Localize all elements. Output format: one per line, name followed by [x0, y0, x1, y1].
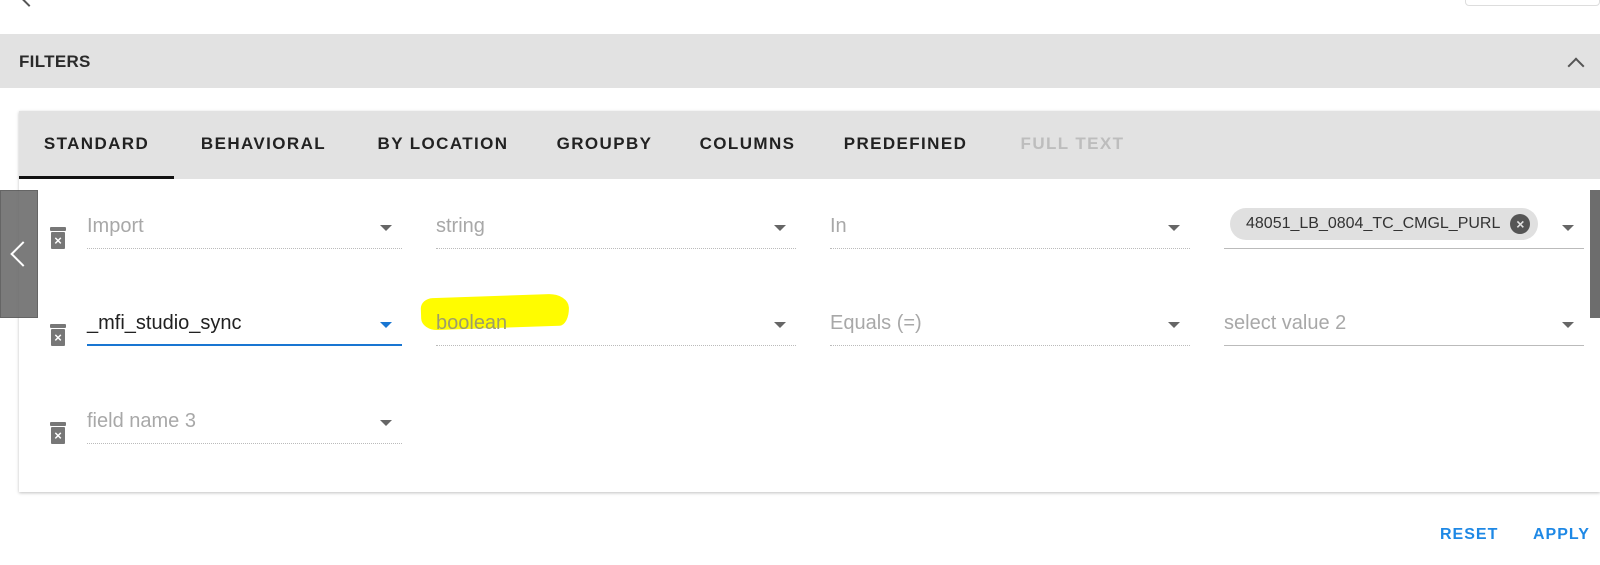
- operator-select[interactable]: Equals (=): [830, 302, 1190, 346]
- filter-tabs: STANDARD BEHAVIORAL BY LOCATION GROUPBY …: [19, 111, 1600, 179]
- reset-button[interactable]: RESET: [1440, 526, 1498, 544]
- apply-button[interactable]: APPLY: [1533, 526, 1590, 544]
- filter-row-2: × _mfi_studio_sync boolean Equals (=) se…: [0, 297, 1600, 367]
- field-name-value: _mfi_studio_sync: [87, 312, 242, 334]
- dropdown-arrow-icon[interactable]: [1168, 322, 1180, 328]
- tab-columns[interactable]: COLUMNS: [676, 111, 819, 179]
- delete-row-icon[interactable]: ×: [50, 324, 66, 346]
- dropdown-arrow-icon[interactable]: [774, 225, 786, 231]
- value-select[interactable]: select value 2: [1224, 302, 1584, 346]
- field-type-select[interactable]: string: [436, 205, 796, 249]
- field-name-placeholder: field name 3: [87, 410, 196, 432]
- field-name-select[interactable]: field name 3: [87, 400, 402, 444]
- operator-select[interactable]: In: [830, 205, 1190, 249]
- value-placeholder: select value 2: [1224, 312, 1347, 334]
- dropdown-arrow-icon[interactable]: [774, 322, 786, 328]
- dropdown-arrow-icon[interactable]: [1562, 225, 1574, 231]
- tab-standard[interactable]: STANDARD: [19, 111, 174, 179]
- filters-title: FILTERS: [19, 52, 91, 71]
- dropdown-arrow-icon[interactable]: [380, 225, 392, 231]
- field-name-select[interactable]: Import: [87, 205, 402, 249]
- field-type-value: boolean: [436, 312, 508, 334]
- chevron-up-icon[interactable]: [1567, 57, 1585, 75]
- scroll-left-button[interactable]: [0, 190, 38, 318]
- delete-row-icon[interactable]: ×: [50, 227, 66, 249]
- chip-remove-icon[interactable]: ×: [1510, 214, 1531, 234]
- dropdown-arrow-icon[interactable]: [380, 420, 392, 426]
- back-arrow-icon[interactable]: [19, 0, 39, 7]
- tab-groupby[interactable]: GROUPBY: [533, 111, 676, 179]
- dropdown-arrow-icon[interactable]: [1168, 225, 1180, 231]
- field-type-select[interactable]: boolean: [436, 302, 796, 346]
- delete-row-icon[interactable]: ×: [50, 422, 66, 444]
- top-right-control[interactable]: [1465, 0, 1600, 6]
- tab-behavioral[interactable]: BEHAVIORAL: [174, 111, 353, 179]
- scroll-right-button[interactable]: [1590, 190, 1600, 318]
- operator-value: In: [830, 215, 847, 237]
- field-name-value: Import: [87, 215, 144, 237]
- chevron-left-icon: [10, 241, 36, 267]
- value-chip[interactable]: 48051_LB_0804_TC_CMGL_PURL ×: [1230, 208, 1539, 240]
- tab-by-location[interactable]: BY LOCATION: [353, 111, 533, 179]
- field-type-value: string: [436, 215, 485, 237]
- filter-row-3: × field name 3: [0, 395, 1600, 465]
- filter-row-1: × Import string In 48051_LB_0804_TC_CMGL…: [0, 200, 1600, 270]
- filters-header[interactable]: FILTERS: [0, 34, 1600, 88]
- value-select[interactable]: 48051_LB_0804_TC_CMGL_PURL ×: [1224, 205, 1584, 249]
- dropdown-arrow-icon[interactable]: [1562, 322, 1574, 328]
- tab-predefined[interactable]: PREDEFINED: [819, 111, 992, 179]
- tab-full-text: FULL TEXT: [1020, 134, 1125, 153]
- page-top-bar: [0, 0, 1600, 34]
- operator-value: Equals (=): [830, 312, 922, 334]
- field-name-select[interactable]: _mfi_studio_sync: [87, 302, 402, 346]
- value-chip-label: 48051_LB_0804_TC_CMGL_PURL: [1246, 215, 1501, 232]
- dropdown-arrow-icon[interactable]: [380, 322, 392, 328]
